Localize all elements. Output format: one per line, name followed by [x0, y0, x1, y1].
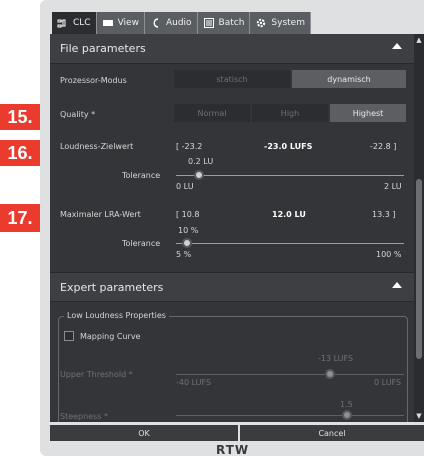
upper-threshold-scale-max: 0 LUFS [374, 378, 402, 387]
option-high[interactable]: High [252, 104, 328, 122]
lra-max-label: Maximaler LRA-Wert [60, 210, 141, 219]
upper-threshold-slider-track[interactable] [176, 374, 404, 375]
cancel-button[interactable]: Cancel [240, 425, 424, 441]
option-dynamisch[interactable]: dynamisch [292, 70, 406, 88]
ok-button[interactable]: OK [50, 425, 238, 441]
tab-clc[interactable]: CLC [52, 12, 97, 34]
upper-threshold-value: -13 LUFS [318, 354, 354, 363]
steepness-slider-handle[interactable] [342, 410, 352, 420]
badge-17: 17. [0, 204, 40, 232]
low-loudness-group-title: Low Loudness Properties [64, 311, 169, 320]
loudness-tolerance-slider-handle[interactable] [193, 170, 204, 180]
loudness-scale-max: 2 LU [384, 182, 402, 191]
loudness-tolerance-value: 0.2 LU [188, 157, 214, 166]
lra-scale-max: 100 % [376, 250, 402, 259]
gear-icon [255, 17, 267, 29]
steepness-label: Steepness * [60, 412, 109, 421]
tab-view-label: View [117, 18, 139, 28]
lra-tolerance-label: Tolerance [122, 239, 161, 248]
prozessor-modus-selector: statisch dynamisch [174, 70, 406, 88]
loudness-tolerance-label: Tolerance [122, 171, 161, 180]
tab-audio-label: Audio [165, 18, 192, 28]
loudness-max-value: -22.8 ] [370, 142, 397, 151]
tab-system[interactable]: System [250, 12, 311, 34]
mapping-curve-label: Mapping Curve [80, 332, 141, 341]
badge-15: 15. [0, 104, 40, 130]
panel-scrollbar[interactable]: ▲ ▼ [414, 34, 424, 422]
lra-tolerance-value: 10 % [178, 226, 199, 235]
file-parameters-header[interactable]: File parameters [50, 34, 414, 64]
tab-batch-label: Batch [218, 18, 245, 28]
steepness-slider-track[interactable] [176, 415, 404, 416]
settings-panel: File parameters Prozessor-Modus statisch… [50, 34, 414, 422]
expert-parameters-header[interactable]: Expert parameters [50, 272, 414, 302]
option-normal[interactable]: Normal [174, 104, 250, 122]
upper-threshold-slider-handle[interactable] [324, 369, 335, 379]
prozessor-modus-label: Prozessor-Modus [60, 76, 127, 85]
badge-16: 16. [0, 140, 40, 166]
tab-audio[interactable]: Audio [144, 12, 198, 34]
loudness-tolerance-slider-track[interactable] [176, 175, 404, 176]
loudness-scale-min: 0 LU [176, 182, 194, 191]
audio-icon [150, 17, 162, 29]
tab-system-label: System [271, 18, 305, 28]
mapping-curve-checkbox[interactable] [64, 331, 74, 341]
option-statisch[interactable]: statisch [174, 70, 290, 88]
loudness-target-label: Loudness-Zielwert [60, 142, 134, 151]
option-highest[interactable]: Highest [330, 104, 406, 122]
dialog-footer: OK Cancel [50, 425, 424, 441]
tab-batch[interactable]: Batch [197, 12, 251, 34]
steepness-value: 1.5 [340, 400, 353, 409]
tab-clc-label: CLC [73, 18, 91, 28]
lra-scale-min: 5 % [176, 250, 192, 259]
scroll-down-arrow-icon[interactable]: ▼ [414, 410, 424, 422]
tab-bar: CLC View Audio Batch System [52, 12, 311, 34]
collapse-caret-icon[interactable] [392, 43, 402, 49]
view-icon [102, 17, 114, 29]
lra-current-value: 12.0 LU [272, 210, 306, 219]
scrollbar-thumb[interactable] [416, 179, 422, 359]
loudness-current-value: -23.0 LUFS [264, 142, 313, 151]
clc-icon [57, 17, 69, 29]
batch-icon [203, 17, 215, 29]
collapse-caret-icon[interactable] [392, 282, 402, 288]
lra-tolerance-slider-handle[interactable] [182, 238, 193, 248]
quality-label: Quality * [60, 110, 96, 119]
upper-threshold-scale-min: -40 LUFS [176, 378, 212, 387]
rtw-logo: RTW [216, 443, 250, 456]
tab-view[interactable]: View [96, 12, 145, 34]
upper-threshold-label: Upper Threshold * [60, 370, 133, 379]
lra-max-value: 13.3 ] [372, 210, 396, 219]
scroll-up-arrow-icon[interactable]: ▲ [414, 34, 424, 46]
lra-tolerance-slider-track[interactable] [176, 243, 404, 244]
quality-selector: Normal High Highest [174, 104, 406, 122]
loudness-min-value: [ -23.2 [176, 142, 203, 151]
lra-min-value: [ 10.8 [176, 210, 200, 219]
expert-parameters-title: Expert parameters [60, 280, 164, 294]
file-parameters-title: File parameters [60, 42, 146, 55]
